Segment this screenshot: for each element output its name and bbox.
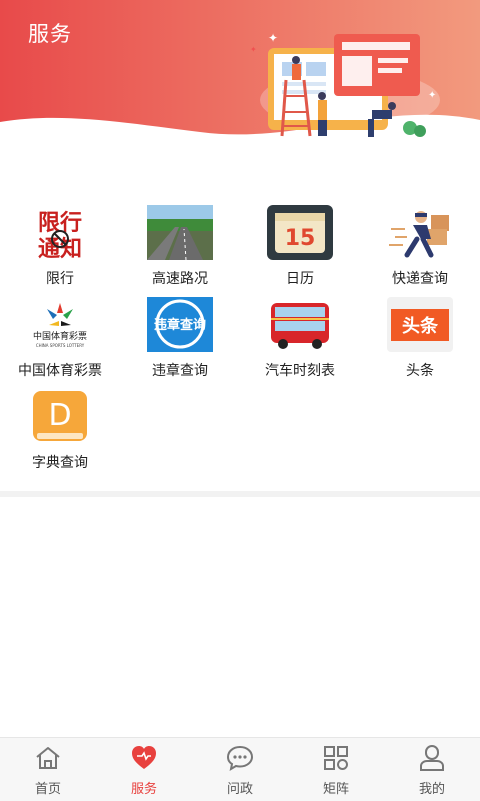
service-traffic-restriction[interactable]: 限行 通知 限行 <box>0 200 120 292</box>
service-label: 中国体育彩票 <box>18 363 102 379</box>
headlines-icon-text: 头条 <box>402 315 439 337</box>
tab-services[interactable]: 服务 <box>96 738 192 801</box>
home-icon <box>36 747 60 769</box>
tab-wenzheng[interactable]: 问政 <box>192 738 288 801</box>
svg-text:✦: ✦ <box>428 90 436 101</box>
bottom-tab-bar: 首页 服务 问政 矩阵 我的 <box>0 737 480 801</box>
lottery-logo-text: 中国体育彩票 <box>33 330 87 342</box>
service-label: 头条 <box>406 363 434 379</box>
service-violation-query[interactable]: 违章查询 违章查询 <box>120 292 240 384</box>
service-highway-status[interactable]: 高速路况 <box>120 200 240 292</box>
chat-icon <box>226 745 254 772</box>
section-divider <box>0 491 480 497</box>
service-dictionary-query[interactable]: D 字典查询 <box>0 384 120 476</box>
sports-lottery-icon: 中国体育彩票 CHINA SPORTS LOTTERY <box>27 297 93 352</box>
tab-label: 问政 <box>226 782 253 797</box>
tab-label: 首页 <box>34 782 61 797</box>
bus-icon <box>267 297 333 352</box>
heart-icon <box>132 746 156 769</box>
service-label: 高速路况 <box>152 271 208 287</box>
tab-matrix[interactable]: 矩阵 <box>288 738 384 801</box>
traffic-restriction-icon: 限行 通知 <box>27 205 93 260</box>
service-sports-lottery[interactable]: 中国体育彩票 CHINA SPORTS LOTTERY 中国体育彩票 <box>0 292 120 384</box>
courier-icon <box>387 205 453 260</box>
user-icon <box>420 745 444 771</box>
calendar-day-number: 15 <box>285 226 316 251</box>
grid-icon <box>324 746 348 770</box>
lottery-logo-subtext: CHINA SPORTS LOTTERY <box>36 343 85 348</box>
tab-mine[interactable]: 我的 <box>384 738 480 801</box>
service-headlines[interactable]: 头条 头条 <box>360 292 480 384</box>
header-background: ✦ ✦ ✦ <box>0 0 480 137</box>
restriction-icon-line1: 限行 <box>38 210 82 236</box>
highway-icon <box>147 205 213 260</box>
service-label: 汽车时刻表 <box>265 363 335 379</box>
calendar-icon: 15 <box>267 205 333 260</box>
service-calendar[interactable]: 15 日历 <box>240 200 360 292</box>
service-bus-schedule[interactable]: 汽车时刻表 <box>240 292 360 384</box>
dictionary-icon: D <box>33 391 87 441</box>
violation-query-icon: 违章查询 <box>147 297 213 352</box>
header-banner: ✦ ✦ ✦ 服务 <box>0 0 480 190</box>
tab-label: 服务 <box>130 782 157 797</box>
service-label: 日历 <box>286 271 314 287</box>
tab-home[interactable]: 首页 <box>0 738 96 801</box>
svg-text:✦: ✦ <box>250 45 257 54</box>
service-label: 限行 <box>46 271 74 287</box>
svg-text:✦: ✦ <box>268 31 278 45</box>
service-label: 快递查询 <box>392 271 448 287</box>
page-title: 服务 <box>28 22 72 46</box>
violation-icon-text: 违章查询 <box>154 317 206 333</box>
headlines-icon: 头条 <box>387 297 453 352</box>
service-label: 字典查询 <box>32 455 88 471</box>
dictionary-icon-letter: D <box>48 398 71 433</box>
tab-label: 我的 <box>418 782 445 797</box>
service-label: 违章查询 <box>152 363 208 379</box>
tab-label: 矩阵 <box>322 782 349 797</box>
service-courier-query[interactable]: 快递查询 <box>360 200 480 292</box>
